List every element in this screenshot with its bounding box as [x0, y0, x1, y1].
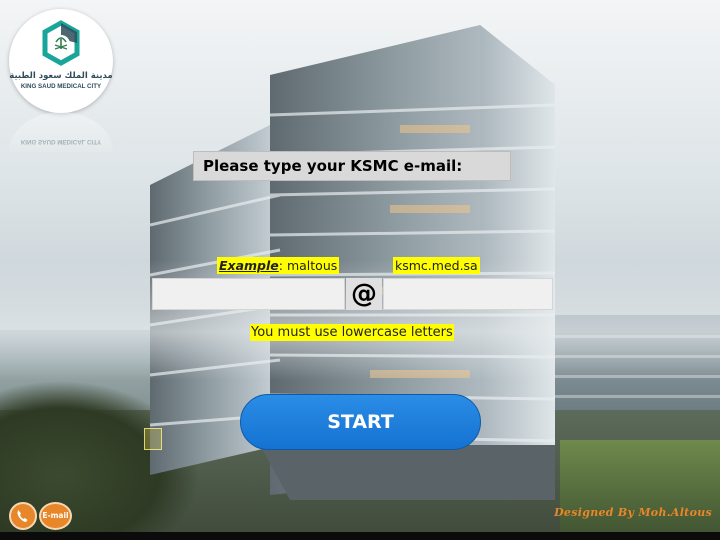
logo-english-text: KING SAUD MEDICAL CITY	[20, 83, 102, 90]
designer-credit: Designed By Moh.Altous	[554, 506, 712, 519]
lowercase-note: You must use lowercase letters	[250, 324, 454, 341]
domain-hint: ksmc.med.sa	[393, 257, 480, 274]
phone-icon	[17, 510, 28, 522]
email-domain-input[interactable]	[383, 278, 553, 310]
email-username-input[interactable]	[152, 278, 345, 310]
logo-emblem-icon	[42, 20, 80, 66]
highlight-marker	[144, 428, 162, 450]
email-icon: E-mail	[42, 511, 69, 520]
example-label: Example	[219, 258, 279, 273]
ksmc-logo: مدينة الملك سعود الطبية KING SAUD MEDICA…	[9, 9, 113, 113]
phone-button[interactable]	[9, 502, 37, 530]
example-hint: Example: maltous	[217, 257, 340, 274]
logo-reflection: KING SAUD MEDICAL CITY	[9, 112, 113, 152]
prompt-banner: Please type your KSMC e-mail:	[193, 151, 511, 181]
start-button[interactable]: START	[240, 394, 481, 450]
landscape-grass	[560, 440, 720, 540]
at-symbol: @	[346, 278, 382, 310]
bottom-border	[0, 532, 720, 540]
email-button[interactable]: E-mail	[39, 502, 72, 530]
logo-reflection-text: KING SAUD MEDICAL CITY	[20, 138, 102, 145]
example-value: : maltous	[278, 258, 338, 273]
logo-arabic-text: مدينة الملك سعود الطبية	[9, 71, 113, 81]
prompt-label: Please type your KSMC e-mail:	[203, 157, 463, 175]
